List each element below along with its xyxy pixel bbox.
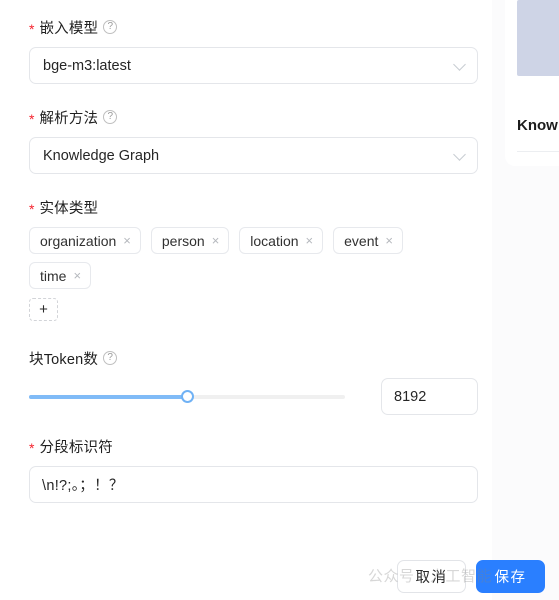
close-icon[interactable]: ×: [306, 234, 314, 247]
delimiter-value: \n!?;。；！？: [42, 478, 124, 494]
question-circle-icon[interactable]: ?: [103, 110, 118, 124]
embedding-model-select[interactable]: bge-m3:latest: [29, 47, 478, 84]
close-icon[interactable]: ×: [73, 269, 81, 282]
knowledge-graph-card[interactable]: Know: [505, 0, 559, 166]
chevron-down-icon: [453, 147, 466, 161]
settings-dialog: * 嵌入模型 ? bge-m3:latest * 解析方法 ? Knowledg…: [0, 0, 559, 600]
entity-tag-label: location: [250, 232, 299, 249]
field-label-text: 块Token数: [29, 351, 99, 368]
close-icon[interactable]: ×: [385, 234, 393, 247]
field-label-text: 嵌入模型: [39, 20, 99, 37]
label-delimiter: * 分段标识符: [29, 435, 478, 457]
entity-tag-label: person: [161, 232, 205, 249]
knowledge-base-config-form: * 嵌入模型 ? bge-m3:latest * 解析方法 ? Knowledg…: [0, 0, 492, 600]
entity-tag[interactable]: event ×: [333, 227, 403, 254]
field-chunk-token-num: 块Token数 ? 8192: [29, 347, 478, 415]
entity-tag[interactable]: person ×: [150, 227, 230, 254]
field-label-text: 实体类型: [39, 200, 99, 217]
label-parse-method: * 解析方法 ?: [29, 106, 478, 128]
save-button[interactable]: 保存: [476, 560, 545, 593]
parse-method-select[interactable]: Knowledge Graph: [29, 137, 478, 174]
required-asterisk: *: [29, 111, 35, 127]
document-icon: [517, 0, 559, 76]
field-parse-method: * 解析方法 ? Knowledge Graph: [29, 106, 478, 174]
close-icon[interactable]: ×: [212, 234, 220, 247]
preview-panel: Know: [492, 0, 559, 600]
chunk-token-num-row: 8192: [29, 378, 478, 415]
entity-tag[interactable]: organization ×: [29, 227, 141, 254]
entity-tag-label: event: [344, 232, 379, 249]
chunk-token-num-value: 8192: [394, 388, 427, 405]
required-asterisk: *: [29, 201, 35, 217]
card-divider: [517, 151, 559, 152]
close-icon[interactable]: ×: [123, 234, 131, 247]
field-label-text: 分段标识符: [39, 439, 113, 456]
card-title: Know: [517, 117, 558, 134]
label-chunk-token-num: 块Token数 ?: [29, 347, 478, 369]
slider-fill: [29, 394, 187, 399]
parse-method-value: Knowledge Graph: [43, 147, 160, 164]
chevron-down-icon: [453, 57, 466, 71]
question-circle-icon[interactable]: ?: [103, 20, 118, 34]
label-embedding-model: * 嵌入模型 ?: [29, 16, 478, 38]
entity-tag-label: organization: [40, 232, 117, 249]
entity-tag[interactable]: time ×: [29, 262, 92, 289]
entity-type-tag-list-row2: time ×: [29, 262, 481, 289]
dialog-footer: 取消 保存: [397, 560, 545, 593]
required-asterisk: *: [29, 21, 35, 37]
slider-thumb[interactable]: [181, 390, 194, 403]
label-entity-types: * 实体类型: [29, 196, 478, 218]
required-asterisk: *: [29, 440, 35, 456]
field-delimiter: * 分段标识符 \n!?;。；！？: [29, 435, 478, 503]
chunk-token-slider[interactable]: [29, 387, 345, 407]
delimiter-input[interactable]: \n!?;。；！？: [29, 466, 478, 503]
add-entity-type-button[interactable]: +: [29, 298, 58, 321]
field-label-text: 解析方法: [39, 110, 99, 127]
field-embedding-model: * 嵌入模型 ? bge-m3:latest: [29, 16, 478, 84]
field-entity-types: * 实体类型 organization × person × location …: [29, 196, 478, 321]
chunk-token-num-input[interactable]: 8192: [381, 378, 478, 415]
cancel-button[interactable]: 取消: [397, 560, 466, 593]
embedding-model-value: bge-m3:latest: [43, 57, 131, 74]
entity-tag-label: time: [40, 267, 67, 284]
entity-type-tag-list: organization × person × location × event…: [29, 227, 481, 254]
question-circle-icon[interactable]: ?: [103, 351, 118, 365]
entity-tag[interactable]: location ×: [239, 227, 324, 254]
